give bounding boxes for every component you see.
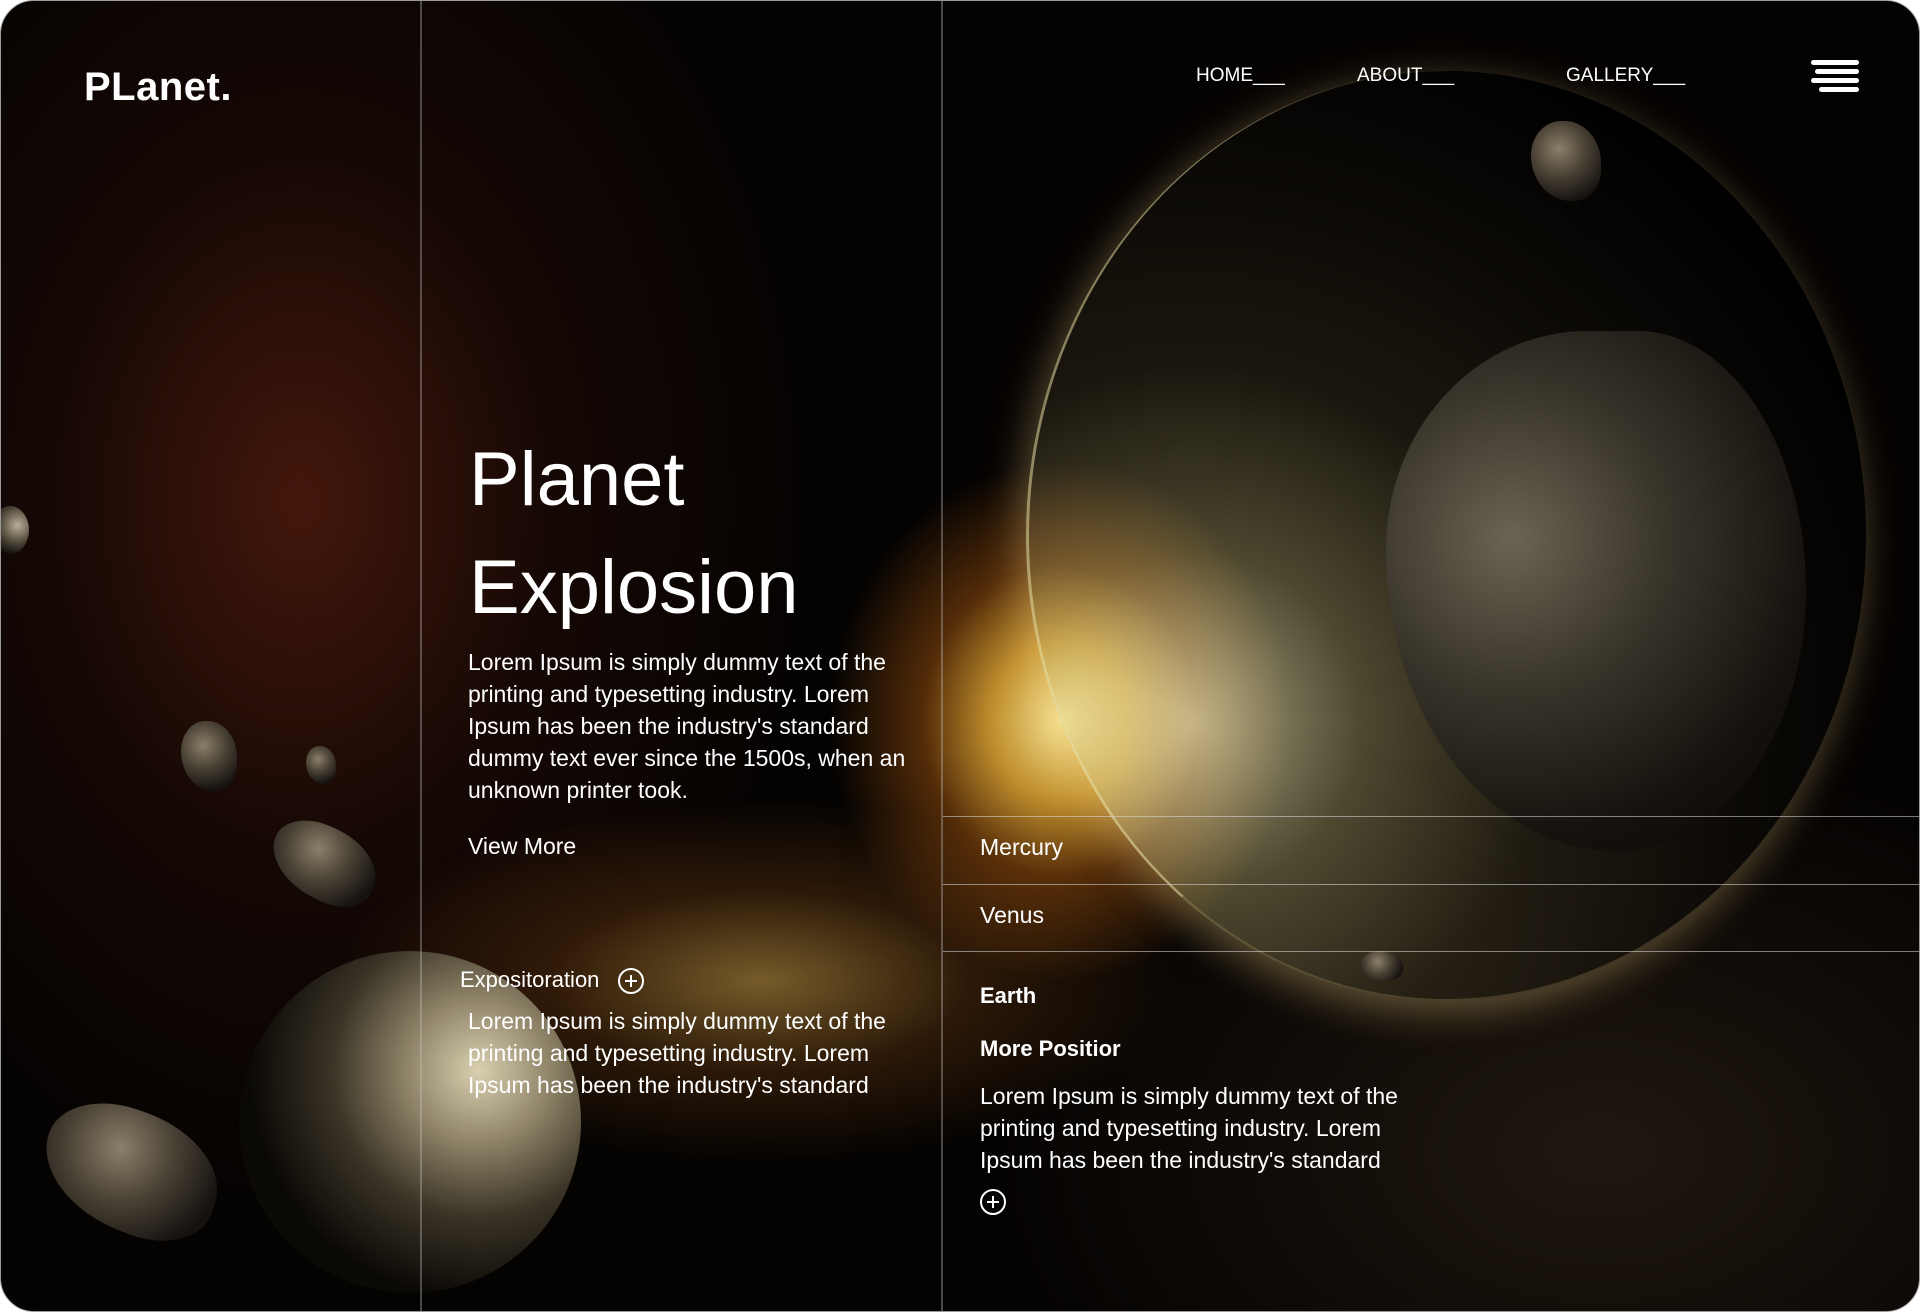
divider-line: [420, 1, 422, 1311]
nav-about-link[interactable]: ABOUT___: [1357, 65, 1454, 87]
view-more-link[interactable]: View More: [468, 833, 576, 860]
active-planet-description: Lorem Ipsum is simply dummy text of the …: [980, 1083, 1398, 1173]
planet-list-item-mercury[interactable]: Mercury: [943, 816, 1919, 882]
nav-gallery-link[interactable]: GALLERY___: [1566, 65, 1685, 87]
hamburger-bar: [1815, 69, 1859, 74]
hamburger-bar: [1811, 78, 1859, 83]
exposition-label: Expositoration: [460, 967, 600, 992]
brand-logo[interactable]: PLanet.: [84, 65, 232, 110]
exposition-text: Lorem Ipsum is simply dummy text of the …: [468, 1008, 886, 1098]
hero-title-line: Planet: [469, 437, 685, 522]
plus-circle-icon[interactable]: [980, 1189, 1006, 1215]
hero-title: Planet Explosion: [469, 426, 799, 642]
asteroid-image: [25, 1083, 237, 1259]
nav-home-link[interactable]: HOME___: [1196, 65, 1285, 87]
hero-title-line: Explosion: [469, 545, 799, 630]
hero-description: Lorem Ipsum is simply dummy text of the …: [468, 649, 906, 803]
hamburger-menu-icon[interactable]: [1811, 59, 1859, 93]
asteroid-image: [181, 721, 237, 791]
planet-list-label: Venus: [980, 902, 1044, 928]
hamburger-bar: [1811, 60, 1859, 65]
asteroid-image: [258, 807, 390, 919]
hamburger-bar: [1819, 87, 1859, 92]
asteroid-image: [306, 746, 336, 784]
plus-circle-icon[interactable]: [618, 968, 644, 994]
planet-list-label: Mercury: [980, 834, 1064, 860]
active-planet-title: Earth: [980, 983, 1037, 1008]
small-moon-image: [1, 506, 29, 554]
active-planet-subtitle: More Positior: [980, 1036, 1121, 1061]
divider-line: [941, 1, 943, 1311]
moon-image: [239, 951, 581, 1293]
planet-list-item-venus[interactable]: Venus: [943, 884, 1919, 952]
page-frame: PLanet. HOME___ ABOUT___ GALLERY___ Plan…: [0, 0, 1920, 1312]
